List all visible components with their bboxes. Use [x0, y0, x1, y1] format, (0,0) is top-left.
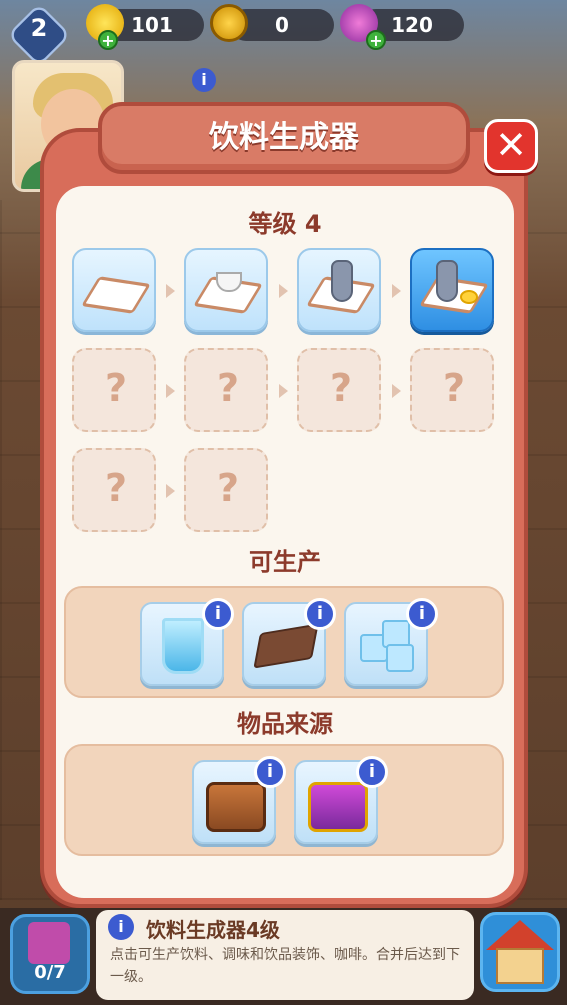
house-roof-icon — [486, 920, 554, 950]
water-glass-icon — [162, 618, 204, 674]
chain-arrow — [279, 384, 288, 398]
lemon-icon — [460, 290, 478, 304]
chain-tier-locked[interactable]: ? — [184, 348, 268, 432]
close-button[interactable]: ✕ — [484, 119, 538, 173]
produce-ice-info-icon[interactable]: i — [406, 598, 438, 630]
energy-value: 101 — [131, 13, 173, 37]
chain-arrow — [279, 284, 288, 298]
coin-icon — [210, 4, 248, 42]
chain-arrow — [392, 384, 401, 398]
purple-chest-icon — [308, 782, 368, 832]
add-energy-button[interactable]: + — [98, 30, 118, 50]
chain-arrow — [166, 384, 175, 398]
question-mark-icon: ? — [216, 366, 240, 410]
house-icon — [496, 948, 544, 984]
ice-cube-icon — [386, 644, 414, 672]
inventory-box-icon — [28, 922, 70, 964]
chain-arrow — [392, 284, 401, 298]
teapot-icon — [331, 260, 353, 302]
chain-tier-locked[interactable]: ? — [410, 348, 494, 432]
produce-label: 可生产 — [249, 548, 321, 576]
chain-tier-1-tray[interactable] — [72, 248, 156, 332]
produce-coffee-info-icon[interactable]: i — [304, 598, 336, 630]
question-mark-icon: ? — [329, 366, 353, 410]
question-mark-icon: ? — [442, 366, 466, 410]
item-info-icon: i — [108, 914, 134, 940]
chain-tier-locked[interactable]: ? — [72, 448, 156, 532]
tray-icon — [81, 276, 151, 314]
chain-tier-2-tray-cup[interactable] — [184, 248, 268, 332]
add-gems-button[interactable]: + — [366, 30, 386, 50]
question-mark-icon: ? — [104, 366, 128, 410]
source-box — [64, 744, 504, 856]
source-brown-chest-info-icon[interactable]: i — [254, 756, 286, 788]
teapot-icon — [436, 260, 458, 302]
question-mark-icon: ? — [104, 466, 128, 510]
chain-tier-locked[interactable]: ? — [184, 448, 268, 532]
level-label: 等级 4 — [248, 210, 322, 238]
player-level: 2 — [30, 14, 48, 42]
brown-chest-icon — [206, 782, 266, 832]
produce-water-info-icon[interactable]: i — [202, 598, 234, 630]
chain-tier-locked[interactable]: ? — [297, 348, 381, 432]
top-hud: 2 101 + 0 120 + — [0, 0, 567, 67]
gem-value: 120 — [391, 13, 433, 37]
chain-tier-locked[interactable]: ? — [72, 348, 156, 432]
chain-tier-3-tray-pot[interactable] — [297, 248, 381, 332]
item-info-title: 饮料生成器4级 — [146, 918, 280, 942]
source-label: 物品来源 — [237, 710, 333, 738]
coin-value: 0 — [275, 13, 289, 37]
chain-arrow — [166, 484, 175, 498]
item-info-description: 点击可生产饮料、调味和饮品装饰、咖啡。合并后达到下一级。 — [110, 947, 460, 985]
source-purple-chest-info-icon[interactable]: i — [356, 756, 388, 788]
chain-tier-4-current[interactable] — [410, 248, 494, 332]
chain-arrow — [166, 284, 175, 298]
modal-title: 饮料生成器 — [209, 120, 359, 155]
inventory-count: 0/7 — [34, 962, 66, 983]
question-mark-icon: ? — [216, 466, 240, 510]
coffee-pouch-icon — [253, 623, 319, 669]
order-info-icon[interactable]: i — [192, 68, 216, 92]
